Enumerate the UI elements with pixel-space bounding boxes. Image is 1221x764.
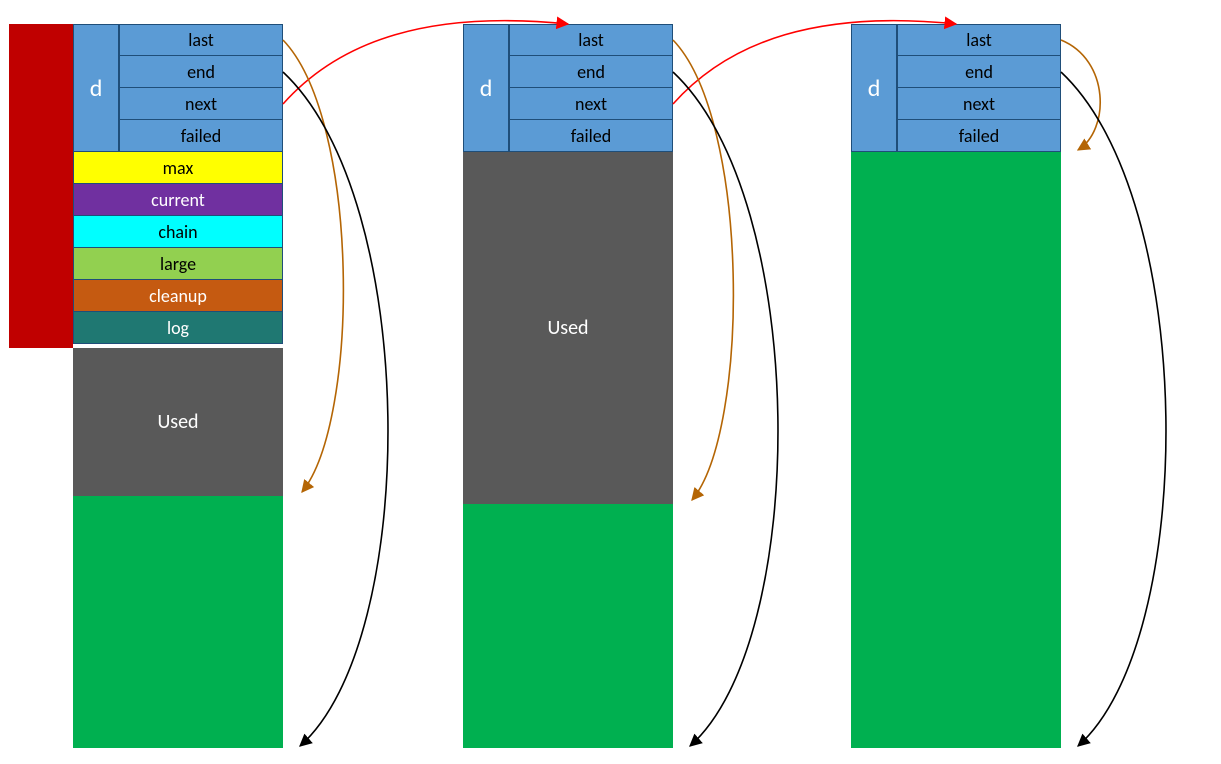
d-label-text: d (868, 74, 881, 103)
arrow-last-col2 (1061, 40, 1100, 150)
field-end: end (119, 56, 283, 88)
prop-max: max (73, 152, 283, 184)
free-block-0 (73, 496, 283, 748)
d-label-text: d (480, 74, 493, 103)
field-last: last (119, 24, 283, 56)
memory-column-1: d last end next failed Used (463, 24, 673, 748)
field-end: end (897, 56, 1061, 88)
red-sidebar (9, 24, 73, 348)
arrow-last-col1 (673, 40, 733, 500)
diagram-canvas: d last end next failed max current chain… (0, 0, 1221, 764)
field-end: end (509, 56, 673, 88)
prop-cleanup: cleanup (73, 280, 283, 312)
free-block-2 (851, 152, 1061, 748)
field-last: last (897, 24, 1061, 56)
used-label: Used (157, 410, 198, 434)
field-next: next (119, 88, 283, 120)
used-block-1: Used (463, 152, 673, 504)
d-label-block: d (73, 24, 119, 152)
free-block-1 (463, 504, 673, 748)
field-next: next (509, 88, 673, 120)
arrow-end-col1 (673, 72, 778, 746)
arrow-last-col0 (283, 40, 343, 492)
prop-log: log (73, 312, 283, 344)
used-block-0: Used (73, 348, 283, 496)
field-failed: failed (897, 120, 1061, 152)
prop-current: current (73, 184, 283, 216)
used-label: Used (547, 316, 588, 340)
memory-column-2: d last end next failed (851, 24, 1061, 748)
field-failed: failed (509, 120, 673, 152)
memory-column-0: d last end next failed max current chain… (73, 24, 283, 748)
arrow-end-col0 (283, 72, 388, 746)
prop-chain: chain (73, 216, 283, 248)
prop-large: large (73, 248, 283, 280)
header-fields: last end next failed (119, 24, 283, 152)
header-fields: last end next failed (897, 24, 1061, 152)
d-label-block: d (463, 24, 509, 152)
field-next: next (897, 88, 1061, 120)
d-label-text: d (90, 74, 103, 103)
field-last: last (509, 24, 673, 56)
arrow-end-col2 (1061, 72, 1166, 746)
d-label-block: d (851, 24, 897, 152)
header-fields: last end next failed (509, 24, 673, 152)
field-failed: failed (119, 120, 283, 152)
